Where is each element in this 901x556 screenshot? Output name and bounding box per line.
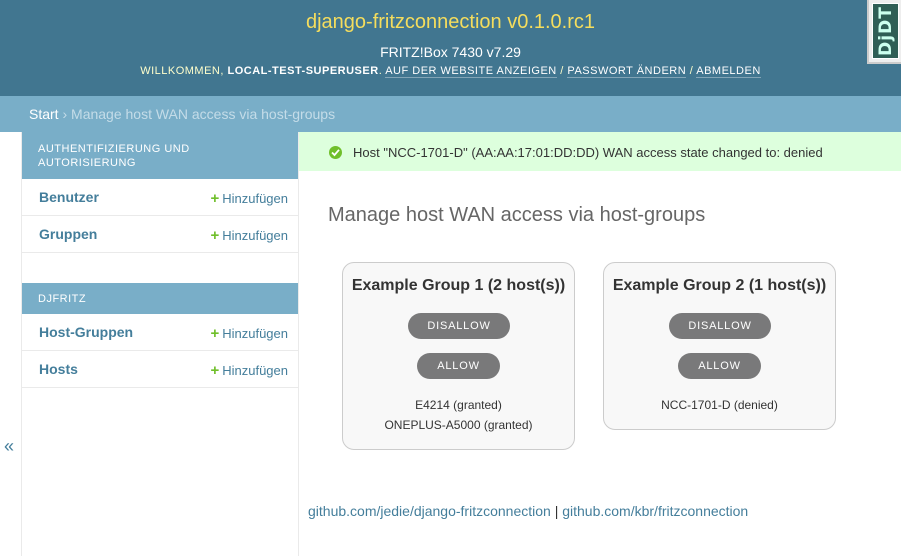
- username: local-test-superuser: [227, 65, 379, 77]
- github-django-fritzconnection-link[interactable]: github.com/jedie/django-fritzconnection: [308, 503, 551, 519]
- add-link-gruppen[interactable]: + Hinzufügen: [210, 227, 288, 244]
- add-label: Hinzufügen: [222, 228, 288, 243]
- welcome-text: Willkommen,: [140, 65, 224, 77]
- debug-toolbar-label: DjDT: [875, 6, 896, 56]
- add-link-host-gruppen[interactable]: + Hinzufügen: [210, 325, 288, 342]
- add-label: Hinzufügen: [222, 363, 288, 378]
- host-group-card: Example Group 2 (1 host(s)) Disallow All…: [603, 262, 836, 430]
- allow-button[interactable]: Allow: [678, 353, 761, 379]
- add-label: Hinzufügen: [222, 326, 288, 341]
- logout-link[interactable]: Abmelden: [696, 65, 761, 78]
- add-label: Hinzufügen: [222, 191, 288, 206]
- collapse-icon[interactable]: «: [4, 436, 14, 457]
- group-title: Example Group 2 (1 host(s)): [612, 277, 827, 294]
- sidebar: Authentifizierung und Autorisierung Benu…: [22, 132, 299, 556]
- disallow-button[interactable]: Disallow: [408, 313, 510, 339]
- plus-icon: +: [210, 190, 220, 207]
- page-title: Manage host WAN access via host-groups: [328, 204, 706, 226]
- user-tools: Willkommen, local-test-superuser. Auf de…: [140, 65, 761, 78]
- host-entry: NCC-1701-D (denied): [661, 398, 778, 412]
- model-link-host-gruppen[interactable]: Host-Gruppen: [39, 324, 133, 340]
- sidebar-item-gruppen: Gruppen + Hinzufügen: [22, 216, 298, 253]
- message-text: Host "NCC-1701-D" (AA:AA:17:01:DD:DD) WA…: [353, 145, 823, 160]
- debug-toolbar-handle[interactable]: DjDT: [867, 0, 901, 64]
- site-name[interactable]: django-fritzconnection v0.1.0.rc1: [0, 11, 901, 34]
- change-password-link[interactable]: Passwort ändern: [567, 65, 687, 78]
- breadcrumb-separator: ›: [62, 106, 68, 122]
- site-subtitle: FRITZ!Box 7430 v7.29: [380, 44, 521, 60]
- module-spacer: [22, 253, 298, 283]
- add-link-benutzer[interactable]: + Hinzufügen: [210, 190, 288, 207]
- sidebar-item-benutzer: Benutzer + Hinzufügen: [22, 179, 298, 216]
- check-circle-icon: [329, 146, 342, 159]
- module-caption-auth[interactable]: Authentifizierung und Autorisierung: [22, 132, 298, 179]
- host-entry: ONEPLUS-A5000 (granted): [384, 418, 533, 432]
- breadcrumb-home[interactable]: Start: [29, 106, 59, 122]
- group-title: Example Group 1 (2 host(s)): [351, 277, 566, 294]
- host-group-card: Example Group 1 (2 host(s)) Disallow All…: [342, 262, 575, 450]
- view-site-link[interactable]: Auf der Website anzeigen: [385, 65, 557, 78]
- separator: /: [560, 65, 564, 77]
- breadcrumb-current: Manage host WAN access via host-groups: [71, 106, 336, 122]
- breadcrumb: Start › Manage host WAN access via host-…: [0, 96, 901, 132]
- debug-toolbar-logo: DjDT: [872, 3, 899, 59]
- footer-links: github.com/jedie/django-fritzconnection …: [308, 503, 748, 519]
- module-caption-djfritz[interactable]: Djfritz: [22, 283, 298, 314]
- separator: /: [689, 65, 694, 77]
- host-entry: E4214 (granted): [415, 398, 502, 412]
- github-fritzconnection-link[interactable]: github.com/kbr/fritzconnection: [562, 503, 748, 519]
- sidebar-toggle[interactable]: «: [0, 132, 22, 556]
- success-message: Host "NCC-1701-D" (AA:AA:17:01:DD:DD) WA…: [299, 132, 901, 171]
- model-link-gruppen[interactable]: Gruppen: [39, 226, 97, 242]
- add-link-hosts[interactable]: + Hinzufügen: [210, 362, 288, 379]
- model-link-hosts[interactable]: Hosts: [39, 361, 78, 377]
- model-link-benutzer[interactable]: Benutzer: [39, 189, 99, 205]
- disallow-button[interactable]: Disallow: [669, 313, 771, 339]
- footer-separator: |: [554, 503, 559, 519]
- plus-icon: +: [210, 325, 220, 342]
- allow-button[interactable]: Allow: [417, 353, 500, 379]
- plus-icon: +: [210, 362, 220, 379]
- header: django-fritzconnection v0.1.0.rc1 FRITZ!…: [0, 0, 901, 96]
- sidebar-item-host-gruppen: Host-Gruppen + Hinzufügen: [22, 314, 298, 351]
- sidebar-item-hosts: Hosts + Hinzufügen: [22, 351, 298, 388]
- plus-icon: +: [210, 227, 220, 244]
